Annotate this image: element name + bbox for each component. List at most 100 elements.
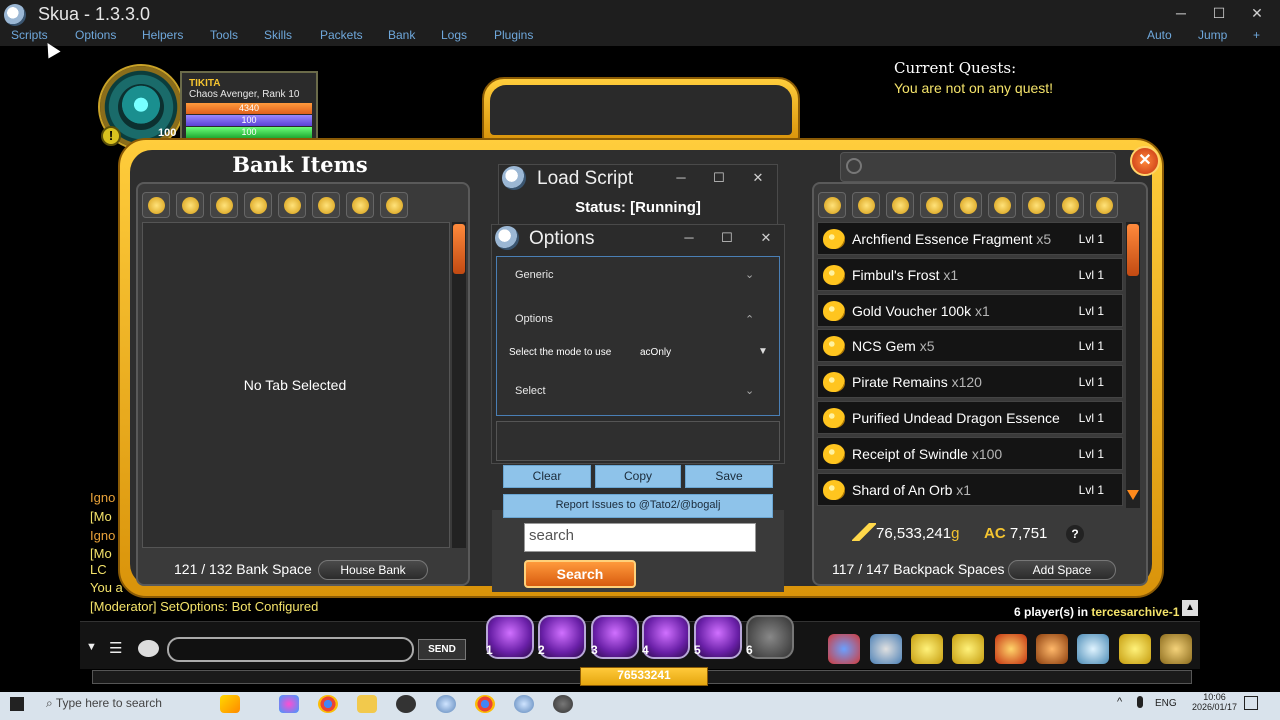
chest-icon[interactable] bbox=[1119, 634, 1151, 664]
chrome-profile-icon[interactable] bbox=[475, 695, 495, 713]
inventory-close-icon[interactable]: ✕ bbox=[1130, 146, 1160, 176]
close-button[interactable]: ✕ bbox=[1247, 5, 1267, 22]
backpack-item-row[interactable]: Gold Voucher 100k x1 Lvl 1 bbox=[817, 294, 1123, 327]
minimize-button[interactable]: ─ bbox=[1171, 5, 1191, 21]
chat-input[interactable] bbox=[167, 637, 414, 662]
skua-taskbar-icon-2[interactable] bbox=[514, 695, 534, 713]
backpack-item-row[interactable]: Receipt of Swindle x100 Lvl 1 bbox=[817, 437, 1123, 470]
add-space-button[interactable]: Add Space bbox=[1008, 560, 1116, 580]
bank-tab-armor-icon[interactable] bbox=[176, 192, 204, 218]
item-search-input[interactable]: search bbox=[524, 523, 756, 552]
settings-gear-icon[interactable] bbox=[553, 695, 573, 713]
windows-start-icon[interactable] bbox=[10, 697, 24, 711]
skua-taskbar-icon[interactable] bbox=[436, 695, 456, 713]
menu-auto[interactable]: Auto bbox=[1147, 28, 1172, 42]
skill-slot-1[interactable] bbox=[486, 615, 534, 659]
menu-packets[interactable]: Packets bbox=[320, 28, 363, 42]
notification-icon[interactable] bbox=[1244, 696, 1258, 710]
house-bank-button[interactable]: House Bank bbox=[318, 560, 428, 580]
scroll-down-arrow-icon[interactable] bbox=[1127, 490, 1139, 500]
backpack-item-row[interactable]: NCS Gem x5 Lvl 1 bbox=[817, 329, 1123, 362]
copilot-icon[interactable] bbox=[279, 695, 299, 713]
bank-tab-pet-icon[interactable] bbox=[278, 192, 306, 218]
backpack-item-row[interactable]: Shard of An Orb x1 Lvl 1 bbox=[817, 473, 1123, 506]
dropdown-arrow-icon[interactable]: ▼ bbox=[758, 346, 768, 357]
quest-icon[interactable] bbox=[911, 634, 943, 664]
backpack-tab-pet-icon[interactable] bbox=[988, 192, 1016, 218]
bank-tab-amulet-icon[interactable] bbox=[312, 192, 340, 218]
scroll-icon[interactable] bbox=[952, 634, 984, 664]
alert-icon[interactable]: ! bbox=[101, 126, 121, 146]
menu-bank[interactable]: Bank bbox=[388, 28, 415, 42]
menu-scripts[interactable]: Scripts bbox=[11, 28, 48, 42]
skill-slot-6[interactable] bbox=[746, 615, 794, 659]
house-icon[interactable] bbox=[995, 634, 1027, 664]
chat-bubble-icon[interactable] bbox=[138, 640, 159, 657]
microphone-icon[interactable] bbox=[1137, 696, 1143, 708]
bank-tab-helm-icon[interactable] bbox=[210, 192, 238, 218]
chrome-icon[interactable] bbox=[318, 695, 338, 713]
skill-slot-4[interactable] bbox=[642, 615, 690, 659]
bank-tab-cape-icon[interactable] bbox=[244, 192, 272, 218]
mode-select[interactable]: acOnly bbox=[640, 347, 671, 358]
menu-plugins[interactable]: Plugins bbox=[494, 28, 533, 42]
obs-icon[interactable] bbox=[396, 695, 416, 713]
skill-slot-5[interactable] bbox=[694, 615, 742, 659]
options-close-button[interactable]: ✕ bbox=[758, 230, 774, 246]
load-script-minimize-button[interactable]: ─ bbox=[673, 170, 689, 185]
chevron-down-icon[interactable]: ⌄ bbox=[745, 268, 754, 281]
bank-tab-house-icon[interactable] bbox=[380, 192, 408, 218]
backpack-tab-cape-icon[interactable] bbox=[954, 192, 982, 218]
load-script-close-button[interactable]: ✕ bbox=[750, 170, 766, 186]
menu-logs[interactable]: Logs bbox=[441, 28, 467, 42]
menu-tools[interactable]: Tools bbox=[210, 28, 238, 42]
backpack-tab-item-icon[interactable] bbox=[1056, 192, 1084, 218]
backpack-scroll-thumb[interactable] bbox=[1127, 224, 1139, 276]
chevron-down-icon[interactable]: ⌄ bbox=[745, 384, 754, 397]
skill-slot-3[interactable] bbox=[591, 615, 639, 659]
tray-expand-icon[interactable]: ^ bbox=[1117, 696, 1122, 708]
section-generic[interactable]: Generic bbox=[515, 269, 554, 281]
copy-button[interactable]: Copy bbox=[595, 465, 681, 488]
report-issues-button[interactable]: Report Issues to @Tato2/@bogalj bbox=[503, 494, 773, 518]
bank-tab-item-icon[interactable] bbox=[346, 192, 374, 218]
backpack-item-row[interactable]: Pirate Remains x120 Lvl 1 bbox=[817, 365, 1123, 398]
friends-icon[interactable] bbox=[870, 634, 902, 664]
menu-add[interactable]: + bbox=[1253, 28, 1260, 42]
search-button[interactable]: Search bbox=[524, 560, 636, 588]
clear-button[interactable]: Clear bbox=[503, 465, 591, 488]
menu-skills[interactable]: Skills bbox=[264, 28, 292, 42]
backpack-icon[interactable] bbox=[1160, 634, 1192, 664]
backpack-tab-armor-icon[interactable] bbox=[886, 192, 914, 218]
menu-jump[interactable]: Jump bbox=[1198, 28, 1227, 42]
backpack-item-row[interactable]: Fimbul's Frost x1 Lvl 1 bbox=[817, 258, 1123, 291]
backpack-item-row[interactable]: Archfiend Essence Fragment x5 Lvl 1 bbox=[817, 222, 1123, 255]
expand-up-icon[interactable]: ▲ bbox=[1182, 600, 1198, 616]
chevron-up-icon[interactable]: ⌃ bbox=[745, 313, 754, 326]
maximize-button[interactable]: ☐ bbox=[1209, 5, 1229, 22]
section-select[interactable]: Select bbox=[515, 385, 546, 397]
backpack-tab-helm-icon[interactable] bbox=[920, 192, 948, 218]
clock[interactable]: 10:06 2026/01/17 bbox=[1192, 692, 1237, 712]
options-minimize-button[interactable]: ─ bbox=[681, 230, 697, 245]
shield-icon[interactable] bbox=[828, 634, 860, 664]
backpack-tab-amulet-icon[interactable] bbox=[1022, 192, 1050, 218]
menu-helpers[interactable]: Helpers bbox=[142, 28, 183, 42]
backpack-tab-weapon-icon[interactable] bbox=[852, 192, 880, 218]
options-maximize-button[interactable]: ☐ bbox=[719, 230, 735, 246]
backpack-tab-house-icon[interactable] bbox=[1090, 192, 1118, 218]
options-output-area[interactable] bbox=[496, 421, 780, 461]
input-language[interactable]: ENG bbox=[1155, 698, 1177, 709]
bank-tab-weapon-icon[interactable] bbox=[142, 192, 170, 218]
load-script-maximize-button[interactable]: ☐ bbox=[711, 170, 727, 186]
book-icon[interactable] bbox=[1036, 634, 1068, 664]
save-button[interactable]: Save bbox=[685, 465, 773, 488]
backpack-tab-all-icon[interactable] bbox=[818, 192, 846, 218]
section-options[interactable]: Options bbox=[515, 313, 553, 325]
help-icon[interactable]: ? bbox=[1066, 525, 1084, 543]
menu-options[interactable]: Options bbox=[75, 28, 116, 42]
taskbar-search[interactable]: ⌕ Type here to search bbox=[46, 696, 162, 711]
skill-slot-2[interactable] bbox=[538, 615, 586, 659]
send-button[interactable]: SEND bbox=[418, 639, 466, 660]
backpack-search-field[interactable] bbox=[840, 152, 1116, 182]
